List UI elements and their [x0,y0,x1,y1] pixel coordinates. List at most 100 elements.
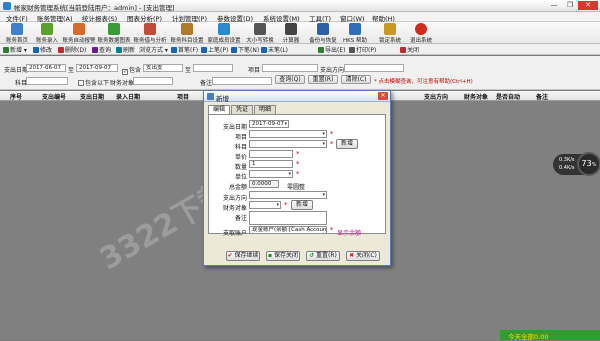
calculator-icon [285,23,297,35]
edit-button[interactable]: 修改 [33,45,52,54]
analysis-icon [144,23,156,35]
delete-button[interactable]: 删除(D) [58,45,86,54]
direction-field[interactable]: ▾ [249,191,327,199]
prev-icon [201,47,207,53]
network-speed-widget[interactable]: 0.3K/s 0.4K/s 73% [553,152,600,178]
menu-bar: 文件(F) 账务管理(A) 统计报表(S) 图表分析(P) 计划管理(P) 参数… [0,12,600,23]
toolbar-exit-button[interactable]: 退出系统 [406,23,436,44]
close-icon [400,47,406,53]
account-label: 财务对象 [110,80,135,87]
dialog-reset-button[interactable]: ↺ 重置(R) [306,251,340,261]
export-button[interactable]: 导出(E) [318,45,345,54]
qty-field[interactable]: 1 [249,160,293,168]
export-icon [318,47,324,53]
dialog-close-button[interactable]: ✕ [378,92,388,100]
direction-input[interactable] [344,64,404,72]
include-checkbox[interactable]: 包含 [122,65,141,75]
speed-gauge: 73% [577,152,600,176]
required-mark: * [296,160,300,168]
new-object-button[interactable]: 新增 [291,200,313,210]
refresh-button[interactable]: 刷新 [116,45,135,54]
toolbar-convert-button[interactable]: 大小写转换 [243,23,277,44]
time-input[interactable]: 支出支 [143,64,183,72]
close-tab-button[interactable]: 关闭 [400,45,419,54]
toolbar-chart-button[interactable]: 账务数据图表 [97,23,131,44]
note-field[interactable] [249,211,327,225]
dialog-close-action-button[interactable]: ✖ 关闭(C) [346,251,380,261]
home-icon [11,23,23,35]
tab-voucher[interactable]: 凭证 [231,105,254,114]
query-button[interactable]: 查询(Q) [275,75,305,84]
object-field-label: 财务对象 [222,205,247,212]
save-close-button[interactable]: ▪ 保存关闭 [266,251,300,261]
toolbar-calculator-button[interactable]: 计算器 [276,23,306,44]
unit-field[interactable]: ▾ [249,170,293,178]
toolbar-backup-button[interactable]: 备份与恢复 [307,23,339,44]
project-input[interactable] [262,64,318,72]
first-icon [171,47,177,53]
account-field[interactable]: 现金账户(余额:[Cash Account,800000000 [249,226,327,234]
save-continue-button[interactable]: ✔ 保存继续 [226,251,260,261]
alarm-icon [73,23,85,35]
minimize-button[interactable]: — [546,1,562,10]
toolbar-entry-button[interactable]: 账务录入 [32,23,62,44]
col-note[interactable]: 备注 [536,92,548,101]
subject-field[interactable]: ▾ [249,140,327,148]
next-record-button[interactable]: 下笔(N) [231,45,259,54]
col-auto[interactable]: 是否自动 [496,92,520,101]
refresh-icon [116,47,122,53]
toolbar-alarm-button[interactable]: 账务自动报警 [62,23,96,44]
dropdown-arrow-icon: ▾ [322,192,325,198]
first-record-button[interactable]: 首笔(F) [171,45,198,54]
next-icon [231,47,237,53]
object-field[interactable]: ▾ [249,201,281,209]
tab-detail[interactable]: 明细 [254,105,277,114]
main-toolbar: 账务首页 账务录入 账务自动报警 账务数据图表 账务借与分析 账务科目设置 家庭… [0,22,600,44]
browse-mode-button[interactable]: 浏览方式 ▾ [139,45,168,54]
required-mark: * [296,170,300,178]
col-object[interactable]: 财务对象 [464,92,488,101]
amount-label: 总金额 [228,184,247,191]
required-mark: * [284,201,288,209]
dialog-title: 新增 [216,95,229,103]
close-window-button[interactable]: ✕ [578,1,598,10]
project-field[interactable]: ▾ [249,130,327,138]
tab-edit[interactable]: 编辑 [208,105,231,114]
col-entry-date[interactable]: 录入日期 [116,92,140,101]
account-input[interactable] [133,77,173,85]
toolbar-subject-button[interactable]: 账务科目设置 [170,23,204,44]
maximize-button[interactable]: ❐ [562,1,578,10]
date-to-input[interactable]: 2017-09-07 [76,64,118,72]
col-direction[interactable]: 支出方向 [424,92,448,101]
direction-field-label: 支出方向 [222,195,247,202]
time-to-input[interactable] [193,64,233,72]
toolbar-analysis-button[interactable]: 账务借与分析 [133,23,167,44]
toolbar-home-button[interactable]: 账务首页 [2,23,32,44]
subject-input[interactable] [26,77,68,85]
search-icon [92,47,98,53]
print-button[interactable]: 打印(P) [349,45,376,54]
toolbar-lock-button[interactable]: 锁定系统 [375,23,405,44]
toolbar-family-button[interactable]: 家庭成员设置 [207,23,241,44]
date-from-input[interactable]: 2017-06-07 [26,64,66,72]
add-button[interactable]: 新增 ▾ [3,45,27,54]
required-mark: * [296,150,300,158]
show-balance-link[interactable]: 显示余额 [337,228,361,237]
convert-icon [254,23,266,35]
col-number[interactable]: 支出编号 [42,92,66,101]
col-index[interactable]: 序号 [10,92,22,101]
col-date[interactable]: 支出日期 [80,92,104,101]
note-input[interactable] [212,77,272,85]
reset-button[interactable]: 重置(R) [308,75,338,84]
download-speed: 0.4K/s [559,165,575,171]
date-field[interactable]: 2017-09-07 ▾ [249,120,289,128]
unit-price-field[interactable] [249,150,293,158]
delete-icon [58,47,64,53]
col-project[interactable]: 项目 [177,92,189,101]
prev-record-button[interactable]: 上笔(P) [201,45,228,54]
new-subject-button[interactable]: 新增 [336,139,358,149]
include-sub-checkbox[interactable]: 包含以下 [78,78,109,87]
toolbar-help-button[interactable]: HKS 帮助 [340,23,370,44]
last-record-button[interactable]: 末笔(L) [261,45,288,54]
search-button[interactable]: 查询 [92,45,111,54]
